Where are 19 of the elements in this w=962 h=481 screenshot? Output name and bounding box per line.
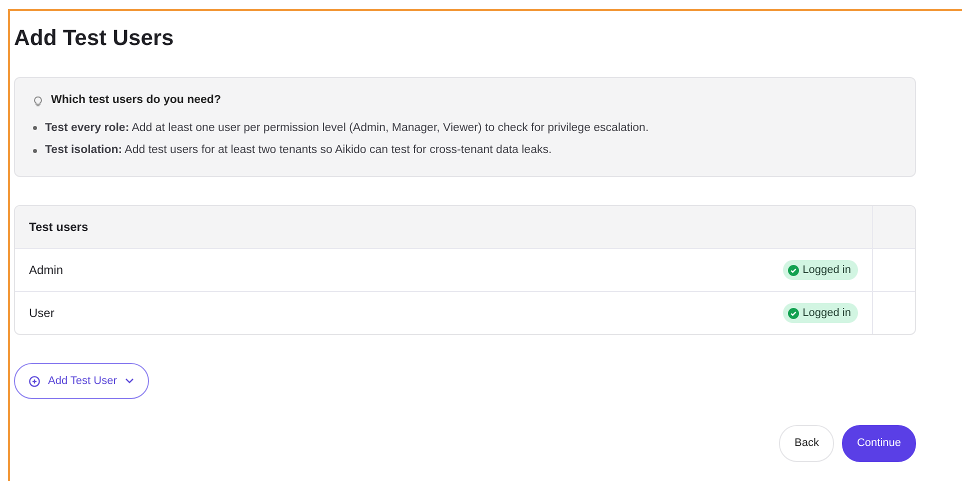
user-name: Admin	[29, 262, 64, 280]
check-circle-icon	[788, 264, 799, 276]
lightbulb-icon	[33, 96, 43, 107]
plus-circle-icon	[29, 376, 40, 387]
page-title: Add Test Users	[14, 25, 175, 52]
caret-icon	[124, 378, 134, 384]
add-test-user-button[interactable]: Add Test User	[14, 363, 149, 400]
bullet-icon	[33, 126, 37, 130]
bullet-icon	[33, 148, 37, 153]
check-circle-icon	[788, 308, 799, 319]
column-header: Test users	[28, 219, 90, 236]
tip-heading: Which test users do you need?	[51, 93, 221, 108]
tip-text: Test every role: Add at least one user per permission level (Admin, Manager, Viewer) to check for privilege escalation.	[45, 120, 649, 136]
back-button[interactable]: Back	[779, 425, 834, 462]
continue-button[interactable]: Continue	[842, 425, 916, 462]
status-badge: Logged in	[782, 302, 858, 324]
tip-text: Test isolation: Add test users for at least two tenants so Aikido can test for cross-tenant data leaks.	[45, 142, 552, 158]
user-name: User	[29, 305, 54, 322]
status-badge: Logged in	[782, 260, 858, 280]
